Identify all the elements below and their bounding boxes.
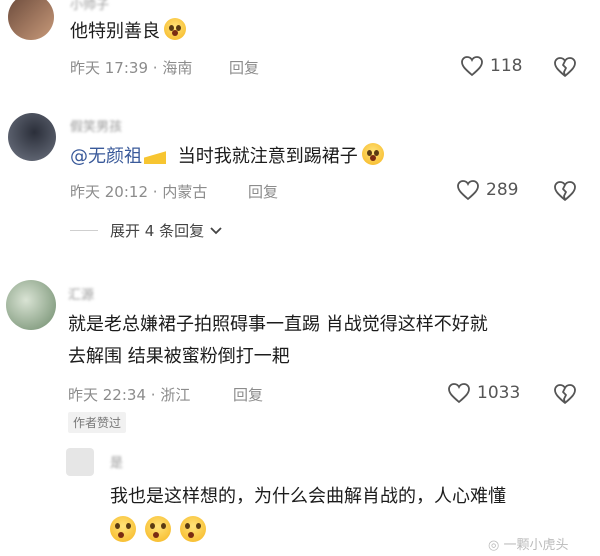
comment-text: 他特别善良 <box>70 17 186 47</box>
cheese-icon <box>144 151 166 164</box>
reply-button[interactable]: 回复 <box>229 57 259 78</box>
comment-text: 就是老总嫌裙子拍照碍事一直踢 肖战觉得这样不好就 <box>68 314 488 335</box>
broken-heart-icon <box>554 181 576 201</box>
like-button[interactable]: 289 <box>456 179 518 201</box>
comment-meta: 昨天 22:34 · 浙江 <box>68 386 191 404</box>
divider-line <box>70 230 98 231</box>
reply-button[interactable]: 回复 <box>233 384 263 405</box>
like-count: 289 <box>486 180 519 200</box>
comment-meta: 昨天 20:12 · 内蒙古 <box>70 183 208 201</box>
crying-face-emoji <box>180 516 207 542</box>
broken-heart-icon <box>554 384 576 404</box>
username-blurred[interactable]: 是 <box>110 452 123 471</box>
username-blurred[interactable]: 小帅子 <box>70 0 109 13</box>
reply-button[interactable]: 回复 <box>248 181 278 202</box>
author-liked-badge: 作者赞过 <box>68 412 127 433</box>
emoji-row <box>106 516 207 543</box>
like-count: 118 <box>490 56 523 76</box>
comment-meta: 昨天 17:39 · 海南 <box>70 59 193 77</box>
dislike-button[interactable] <box>553 56 577 78</box>
heart-outline-icon <box>456 179 480 201</box>
avatar[interactable] <box>8 0 54 40</box>
crying-face-emoji <box>164 18 186 40</box>
dislike-button[interactable] <box>553 180 577 202</box>
comment-text: @无颜祖 当时我就注意到踢裙子 <box>70 142 384 172</box>
reply-text: 我也是这样想的，为什么会曲解肖战的，人心难懂 <box>110 486 506 507</box>
expand-replies-button[interactable]: 展开 4 条回复 <box>70 220 222 241</box>
dislike-button[interactable] <box>553 383 577 405</box>
crying-face-emoji <box>145 516 172 542</box>
like-button[interactable]: 1033 <box>447 382 520 404</box>
comment-text-line2: 去解围 结果被蜜粉倒打一耙 <box>68 346 290 367</box>
like-button[interactable]: 118 <box>460 55 522 77</box>
avatar[interactable] <box>6 280 56 330</box>
like-count: 1033 <box>477 383 521 403</box>
avatar[interactable] <box>8 113 56 161</box>
weibo-icon: ◎ <box>488 538 500 553</box>
heart-outline-icon <box>460 55 484 77</box>
broken-heart-icon <box>554 57 576 77</box>
avatar[interactable] <box>66 448 94 476</box>
watermark: ◎ 一颗小虎头 <box>488 538 569 553</box>
heart-outline-icon <box>447 382 471 404</box>
username-blurred[interactable]: 汇源 <box>68 284 94 303</box>
mention-link[interactable]: @无颜祖 <box>70 146 142 167</box>
chevron-down-icon <box>210 222 222 240</box>
crying-face-emoji <box>110 516 136 542</box>
username-blurred[interactable]: 假笑男孩 <box>70 116 122 135</box>
crying-face-emoji <box>361 143 384 165</box>
